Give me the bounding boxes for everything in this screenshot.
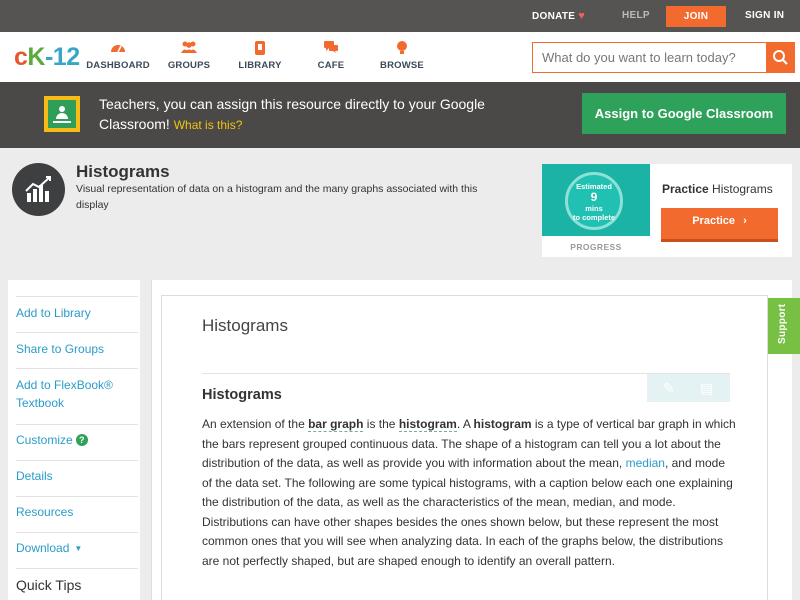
- nav-cafe[interactable]: CAFE: [291, 40, 371, 71]
- sidebar-item-details[interactable]: Details: [16, 467, 138, 485]
- logo-12: -12: [44, 43, 80, 71]
- support-label: Support: [777, 303, 788, 344]
- estimate-unit: mins: [585, 204, 603, 213]
- sidebar-item-add-to-flexbook[interactable]: Add to FlexBook® Textbook: [16, 376, 138, 412]
- help-link[interactable]: HELP: [622, 0, 650, 32]
- sidebar-divider: [16, 368, 138, 369]
- logo-k: K: [27, 43, 45, 71]
- sidebar-divider: [16, 460, 138, 461]
- customize-label: Customize: [16, 433, 73, 447]
- main-navbar: cK-12 DASHBOARD GROUPS LIBRARY CAFE BROW…: [0, 32, 800, 82]
- practice-card: Estimated 9 mins to complete PROGRESS Pr…: [542, 164, 792, 257]
- vocab-term-histogram[interactable]: histogram: [398, 417, 457, 432]
- sidebar-divider: [16, 296, 138, 297]
- nav-groups[interactable]: GROUPS: [149, 40, 229, 71]
- time-estimate: Estimated 9 mins to complete: [565, 182, 623, 222]
- median-link[interactable]: median: [626, 456, 665, 470]
- sidebar-divider: [16, 532, 138, 533]
- paragraph-text: is the: [366, 417, 396, 431]
- search-input[interactable]: [533, 43, 767, 72]
- nav-cafe-label: CAFE: [317, 60, 345, 71]
- logo-c: c: [14, 43, 28, 71]
- nav-library[interactable]: LIBRARY: [220, 40, 300, 71]
- quick-tips-heading: Quick Tips: [16, 577, 82, 593]
- download-label: Download: [16, 541, 70, 555]
- sidebar-divider: [16, 496, 138, 497]
- practice-button-label: Practice: [692, 215, 736, 227]
- sidebar-item-download[interactable]: Download ▼: [16, 539, 138, 558]
- sidebar-divider: [16, 332, 138, 333]
- ck12-logo[interactable]: cK-12: [14, 43, 80, 71]
- histogram-chart-icon: [12, 163, 65, 216]
- browse-icon: [362, 40, 442, 58]
- bold-term-histogram: histogram: [473, 417, 532, 431]
- support-tab[interactable]: Support: [768, 298, 800, 354]
- nav-groups-label: GROUPS: [167, 60, 211, 71]
- nav-dashboard-label: DASHBOARD: [86, 60, 150, 71]
- help-icon[interactable]: ?: [75, 434, 88, 446]
- donate-label: DONATE: [532, 11, 576, 22]
- paragraph-text: . A: [456, 417, 471, 431]
- caret-down-icon: ▼: [74, 544, 83, 553]
- library-icon: [220, 40, 300, 58]
- content-paragraph: An extension of the bar graph is the his…: [202, 415, 738, 571]
- banner-message: Teachers, you can assign this resource d…: [99, 96, 485, 132]
- heart-icon: ♥: [578, 10, 586, 22]
- annotation-tools: ✎ ▤: [647, 374, 730, 402]
- nav-browse-label: BROWSE: [380, 60, 424, 71]
- sidebar-divider: [16, 424, 138, 425]
- search-box: [532, 42, 795, 73]
- vocab-term-bar-graph[interactable]: bar graph: [308, 417, 364, 432]
- paragraph-text: , and mode of the data set. The followin…: [202, 456, 733, 568]
- sign-in-link[interactable]: SIGN IN: [745, 0, 784, 32]
- chevron-right-icon: ›: [743, 215, 747, 227]
- what-is-this-link[interactable]: What is this?: [174, 118, 243, 132]
- cafe-icon: [291, 40, 371, 58]
- practice-title-topic: Histograms: [712, 182, 773, 196]
- search-button[interactable]: [766, 43, 794, 72]
- pencil-icon[interactable]: ✎: [663, 380, 675, 396]
- google-classroom-icon: [44, 96, 80, 132]
- nav-library-label: LIBRARY: [238, 60, 282, 71]
- practice-title-bold: Practice: [662, 182, 709, 196]
- donate-link[interactable]: DONATE ♥: [532, 0, 585, 32]
- banner-text: Teachers, you can assign this resource d…: [99, 94, 519, 135]
- groups-icon: [149, 40, 229, 58]
- content-heading: Histograms: [202, 316, 288, 335]
- practice-title: Practice Histograms: [662, 182, 773, 196]
- google-classroom-banner: Teachers, you can assign this resource d…: [0, 82, 800, 148]
- paragraph-text: An extension of the: [202, 417, 305, 431]
- top-utility-bar: DONATE ♥ HELP JOIN SIGN IN: [0, 0, 800, 32]
- sidebar: Add to Library Share to Groups Add to Fl…: [8, 280, 140, 600]
- section-title: Histograms: [202, 387, 282, 403]
- dashboard-icon: [78, 40, 158, 58]
- estimate-suffix: to complete: [572, 213, 616, 222]
- progress-label: PROGRESS: [570, 242, 622, 252]
- sidebar-item-share-to-groups[interactable]: Share to Groups: [16, 340, 138, 358]
- notes-icon[interactable]: ▤: [700, 380, 713, 396]
- concept-title: Histograms: [76, 162, 170, 181]
- practice-progress-visual: Estimated 9 mins to complete: [542, 164, 650, 236]
- sidebar-item-add-to-library[interactable]: Add to Library: [16, 304, 138, 322]
- search-icon: [773, 50, 788, 65]
- practice-button[interactable]: Practice ›: [661, 208, 778, 239]
- sidebar-item-customize[interactable]: Customize?: [16, 431, 138, 449]
- nav-browse[interactable]: BROWSE: [362, 40, 442, 71]
- join-button[interactable]: JOIN: [666, 6, 726, 27]
- nav-dashboard[interactable]: DASHBOARD: [78, 40, 158, 71]
- assign-google-classroom-button[interactable]: Assign to Google Classroom: [582, 93, 786, 134]
- sidebar-divider: [16, 568, 138, 569]
- estimate-minutes: 9: [590, 190, 598, 204]
- concept-description: Visual representation of data on a histo…: [76, 183, 478, 211]
- sidebar-item-resources[interactable]: Resources: [16, 503, 138, 521]
